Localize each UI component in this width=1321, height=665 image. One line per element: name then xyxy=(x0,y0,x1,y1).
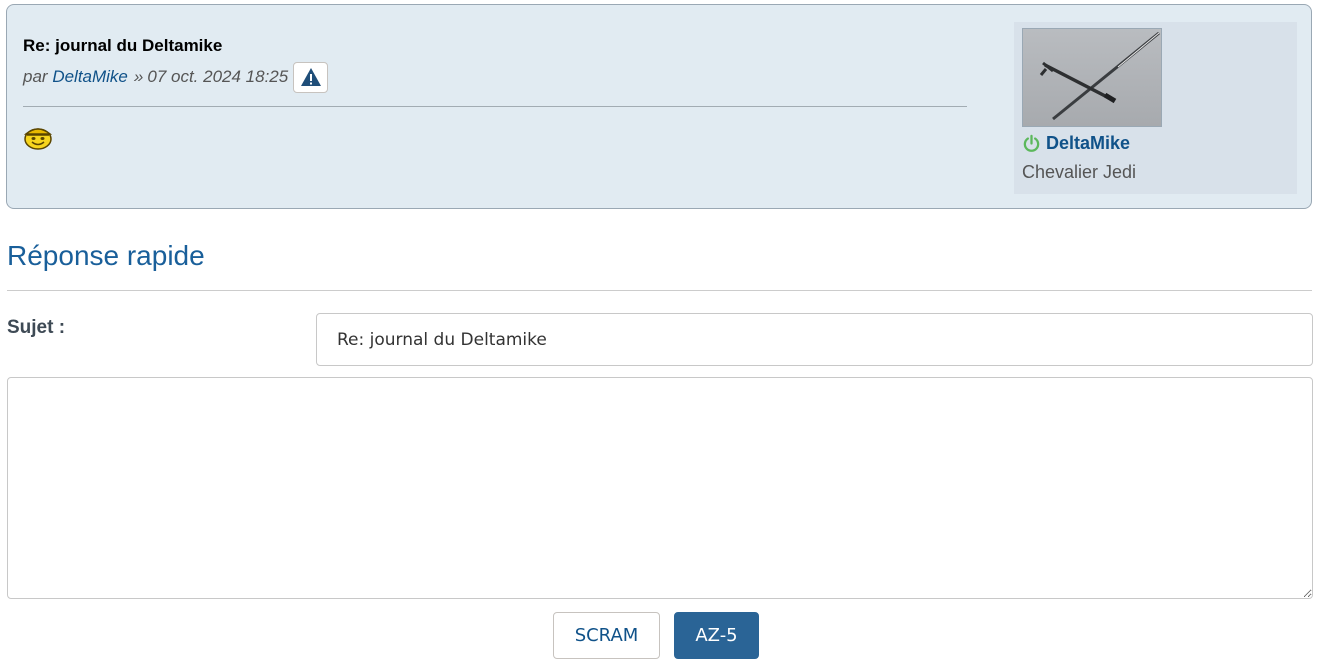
subject-label: Sujet : xyxy=(7,317,66,338)
profile-rank: Chevalier Jedi xyxy=(1022,162,1137,182)
avatar[interactable] xyxy=(1022,28,1162,127)
scram-button[interactable]: SCRAM xyxy=(553,612,660,659)
post-profile: DeltaMike Chevalier Jedi xyxy=(1014,22,1297,194)
subject-input[interactable] xyxy=(316,313,1313,366)
post-by-prefix: par xyxy=(23,67,48,86)
az5-submit-button[interactable]: AZ-5 xyxy=(674,612,759,659)
forum-post: Re: journal du Deltamike par DeltaMike » 0… xyxy=(6,4,1312,209)
post-author-link[interactable]: DeltaMike xyxy=(52,67,128,87)
report-button[interactable] xyxy=(293,61,329,93)
section-divider xyxy=(7,290,1312,291)
profile-username: DeltaMike xyxy=(1046,133,1131,153)
glider-avatar xyxy=(1023,29,1161,126)
post-title[interactable]: Re: journal du Deltamike xyxy=(23,36,222,56)
meta-separator: » xyxy=(133,67,144,86)
post-divider xyxy=(23,106,967,107)
smiley-cap-icon xyxy=(23,128,53,150)
profile-username-link[interactable]: DeltaMike xyxy=(1022,133,1130,154)
warning-triangle-icon xyxy=(300,68,321,86)
message-textarea[interactable] xyxy=(7,377,1313,599)
post-date: 07 oct. 2024 18:25 xyxy=(147,67,289,86)
online-power-icon xyxy=(1023,134,1040,152)
quick-reply-heading: Réponse rapide xyxy=(7,240,205,271)
post-meta: par DeltaMike » 07 oct. 2024 18:25 xyxy=(23,61,329,93)
